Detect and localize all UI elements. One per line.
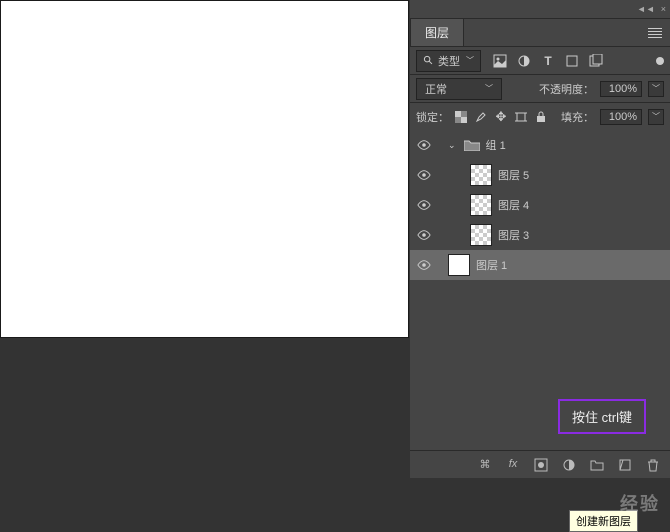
layer-name[interactable]: 图层 5 [498, 167, 529, 183]
opacity-input[interactable]: 100% [600, 81, 642, 97]
opacity-caret[interactable]: ﹀ [648, 81, 664, 97]
lock-label: 锁定： [416, 109, 449, 125]
lock-icons: ✥ [455, 111, 547, 123]
layer-row[interactable]: ⌄ 组 1 [410, 130, 670, 160]
blend-mode-select[interactable]: 正常 ﹀ [416, 78, 502, 100]
layer-content: 图层 4 [438, 194, 529, 216]
fill-caret[interactable]: ﹀ [648, 109, 664, 125]
layer-content: 图层 5 [438, 164, 529, 186]
panel-bottom-bar: ⌘ fx [410, 450, 670, 478]
lock-brush-icon[interactable] [475, 111, 487, 123]
mask-icon[interactable] [534, 458, 548, 472]
adjustment-icon[interactable] [562, 458, 576, 472]
layer-thumbnail[interactable] [470, 164, 492, 186]
blend-mode-label: 正常 [425, 81, 447, 97]
caret-icon: ﹀ [485, 83, 493, 94]
filter-type-select[interactable]: 类型 ﹀ [416, 50, 481, 72]
close-icon[interactable]: × [661, 4, 666, 14]
link-icon[interactable]: ⌘ [478, 458, 492, 472]
filter-toggle[interactable] [656, 57, 664, 65]
layer-row[interactable]: 图层 3 [410, 220, 670, 250]
layer-name[interactable]: 图层 1 [476, 257, 507, 273]
new-layer-icon[interactable] [618, 458, 632, 472]
filter-adjust-icon[interactable] [517, 54, 531, 68]
caret-icon: ﹀ [466, 55, 474, 66]
panel-menu-icon[interactable] [648, 28, 662, 38]
layer-row[interactable]: 图层 5 [410, 160, 670, 190]
layer-thumbnail[interactable] [470, 224, 492, 246]
fx-icon[interactable]: fx [506, 458, 520, 472]
tab-layers[interactable]: 图层 [410, 19, 464, 46]
expand-arrow[interactable]: ⌄ [448, 140, 456, 151]
layer-thumbnail[interactable] [470, 194, 492, 216]
filter-icons: T [493, 54, 603, 68]
visibility-toggle[interactable] [410, 199, 438, 211]
lock-all-icon[interactable] [535, 111, 547, 123]
layers-empty-area[interactable]: 按住 ctrl键 [410, 280, 670, 450]
hint-box: 按住 ctrl键 [558, 399, 646, 434]
panel-titlebar: ◄◄ × [410, 0, 670, 18]
layer-row[interactable]: 图层 4 [410, 190, 670, 220]
layer-content: 图层 3 [438, 224, 529, 246]
opacity-label: 不透明度： [539, 81, 594, 97]
visibility-toggle[interactable] [410, 169, 438, 181]
layers-panel: ◄◄ × 图层 类型 ﹀ T 正常 ﹀ 不透明度： 100% ﹀ 锁定： [410, 0, 670, 478]
canvas[interactable] [0, 0, 409, 338]
filter-row: 类型 ﹀ T [410, 46, 670, 74]
layer-content: 图层 1 [438, 254, 507, 276]
lock-move-icon[interactable]: ✥ [495, 111, 507, 123]
group-icon[interactable] [590, 458, 604, 472]
layer-name[interactable]: 图层 3 [498, 227, 529, 243]
layer-thumbnail[interactable] [448, 254, 470, 276]
lock-row: 锁定： ✥ 填充： 100% ﹀ [410, 102, 670, 130]
collapse-icon[interactable]: ◄◄ [637, 4, 655, 14]
layer-row[interactable]: 图层 1 [410, 250, 670, 280]
trash-icon[interactable] [646, 458, 660, 472]
layer-content: ⌄ 组 1 [438, 137, 506, 153]
layer-name[interactable]: 图层 4 [498, 197, 529, 213]
visibility-toggle[interactable] [410, 229, 438, 241]
panel-tabs: 图层 [410, 18, 670, 46]
watermark: 经验 [620, 490, 660, 516]
filter-smart-icon[interactable] [589, 54, 603, 68]
filter-type-icon[interactable]: T [541, 54, 555, 68]
blend-row: 正常 ﹀ 不透明度： 100% ﹀ [410, 74, 670, 102]
filter-pixel-icon[interactable] [493, 54, 507, 68]
filter-type-label: 类型 [438, 53, 460, 69]
visibility-toggle[interactable] [410, 259, 438, 271]
layers-list: ⌄ 组 1 图层 5 图层 4 图层 3 图层 1 [410, 130, 670, 280]
fill-input[interactable]: 100% [600, 109, 642, 125]
visibility-toggle[interactable] [410, 139, 438, 151]
lock-artboard-icon[interactable] [515, 111, 527, 123]
lock-trans-icon[interactable] [455, 111, 467, 123]
layer-name[interactable]: 组 1 [486, 137, 506, 153]
filter-shape-icon[interactable] [565, 54, 579, 68]
fill-label: 填充： [561, 109, 594, 125]
